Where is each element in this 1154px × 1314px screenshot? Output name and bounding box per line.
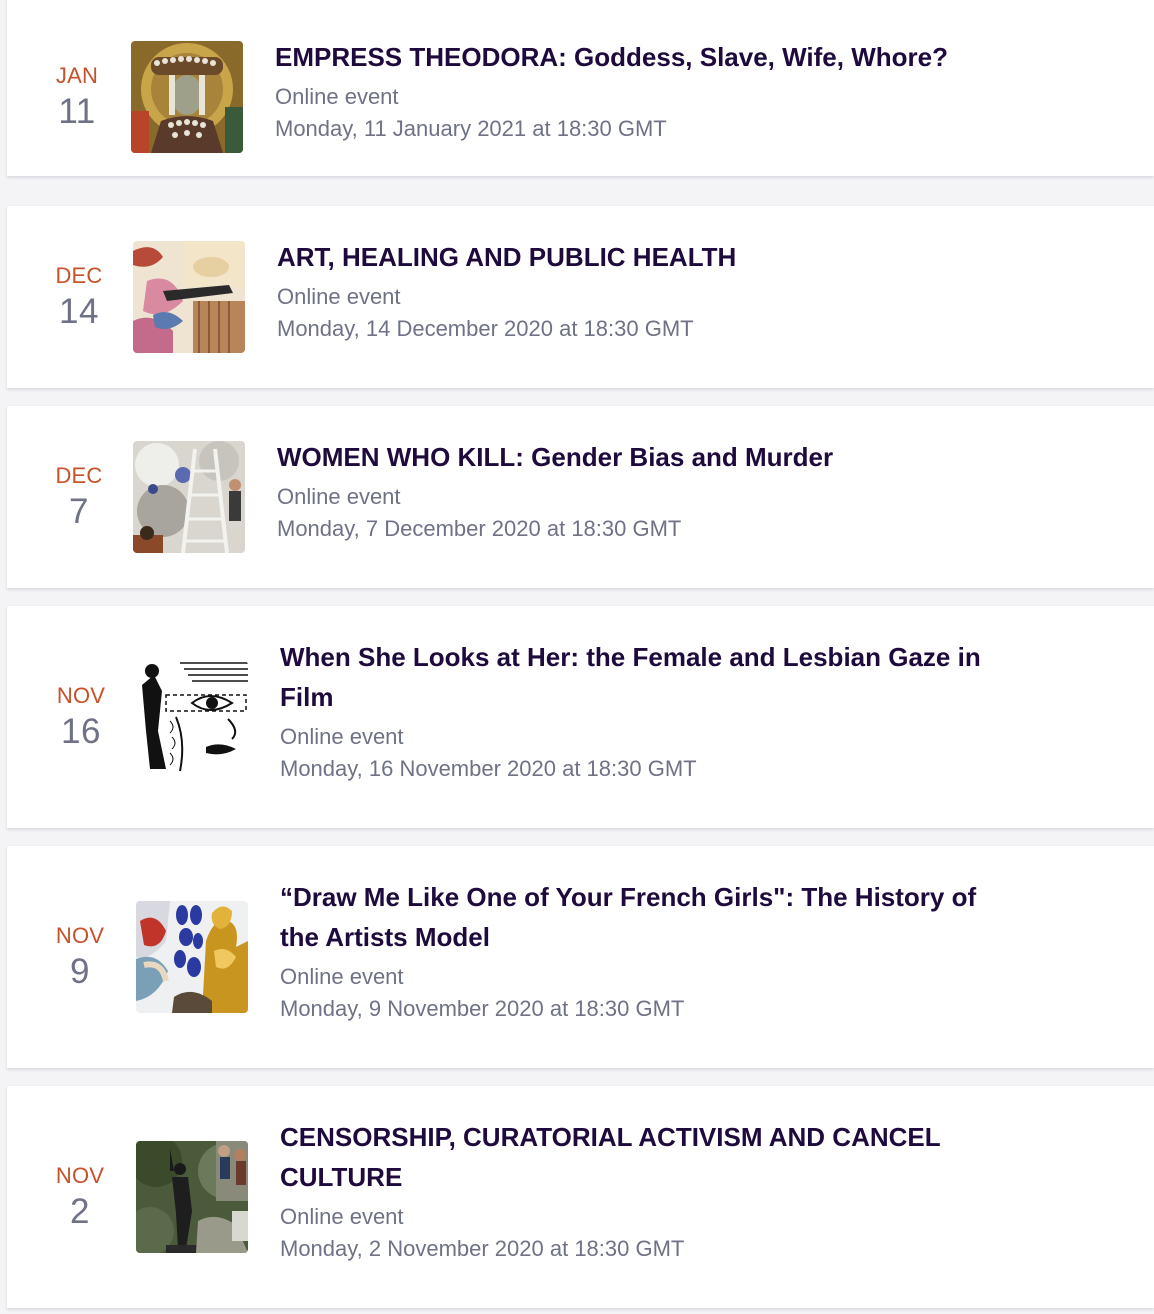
event-card[interactable]: DEC 14 ART, HEALING AND PUBLIC HEALTH On… [7, 206, 1154, 388]
event-datetime: Monday, 16 November 2020 at 18:30 GMT [280, 756, 697, 781]
mosaic-portrait-icon [131, 41, 243, 153]
event-datetime: Monday, 14 December 2020 at 18:30 GMT [277, 316, 694, 341]
statue-photo-icon [136, 1141, 248, 1253]
event-location: Online event [280, 964, 404, 989]
event-thumbnail[interactable] [136, 1141, 248, 1253]
event-title[interactable]: When She Looks at Her: the Female and Le… [280, 637, 1000, 717]
gold-figure-icon [136, 901, 248, 1013]
event-day: 11 [58, 92, 96, 131]
event-info: WOMEN WHO KILL: Gender Bias and Murder O… [277, 437, 997, 545]
event-day: 14 [59, 292, 99, 331]
event-location: Online event [277, 284, 401, 309]
event-datetime: Monday, 11 January 2021 at 18:30 GMT [275, 116, 667, 141]
event-info: When She Looks at Her: the Female and Le… [280, 637, 1000, 785]
event-title[interactable]: EMPRESS THEODORA: Goddess, Slave, Wife, … [275, 37, 995, 77]
event-datetime: Monday, 7 December 2020 at 18:30 GMT [277, 516, 682, 541]
event-month: NOV [55, 1163, 105, 1188]
event-location: Online event [277, 484, 401, 509]
event-location: Online event [280, 724, 404, 749]
event-month: JAN [55, 63, 99, 88]
event-card[interactable]: NOV 2 CENSORSHIP, CURATORIAL ACTIVISM AN… [7, 1086, 1154, 1308]
event-location: Online event [275, 84, 399, 109]
ladder-scene-icon [133, 441, 245, 553]
event-month: NOV [55, 923, 105, 948]
event-date: DEC 7 [39, 463, 119, 533]
event-title[interactable]: “Draw Me Like One of Your French Girls":… [280, 877, 1000, 957]
event-info: “Draw Me Like One of Your French Girls":… [280, 877, 1000, 1025]
event-day: 7 [69, 492, 89, 531]
event-thumbnail[interactable] [133, 441, 245, 553]
event-date: JAN 11 [37, 63, 117, 133]
event-card[interactable]: DEC 7 WOMEN WHO KILL: Gender Bias and Mu… [7, 406, 1154, 588]
event-month: DEC [55, 463, 103, 488]
event-date: NOV 2 [40, 1163, 120, 1233]
event-day: 2 [70, 1192, 90, 1231]
event-title[interactable]: WOMEN WHO KILL: Gender Bias and Murder [277, 437, 997, 477]
event-info: ART, HEALING AND PUBLIC HEALTH Online ev… [277, 237, 997, 345]
event-day: 9 [70, 952, 90, 991]
event-location: Online event [280, 1204, 404, 1229]
event-date: NOV 9 [40, 923, 120, 993]
event-card[interactable]: JAN 11 EMPRESS THEODORA: Goddess, Slave,… [7, 0, 1154, 176]
event-thumbnail[interactable] [133, 241, 245, 353]
event-card[interactable]: NOV 9 “Draw Me Like One of Your French G… [7, 846, 1154, 1068]
event-thumbnail[interactable] [131, 41, 243, 153]
event-thumbnail[interactable] [136, 661, 248, 773]
event-date: DEC 14 [39, 263, 119, 333]
event-datetime: Monday, 2 November 2020 at 18:30 GMT [280, 1236, 685, 1261]
event-title[interactable]: ART, HEALING AND PUBLIC HEALTH [277, 237, 997, 277]
event-title[interactable]: CENSORSHIP, CURATORIAL ACTIVISM AND CANC… [280, 1117, 1000, 1197]
event-datetime: Monday, 9 November 2020 at 18:30 GMT [280, 996, 685, 1021]
event-month: NOV [56, 683, 106, 708]
event-thumbnail[interactable] [136, 901, 248, 1013]
event-info: CENSORSHIP, CURATORIAL ACTIVISM AND CANC… [280, 1117, 1000, 1265]
event-info: EMPRESS THEODORA: Goddess, Slave, Wife, … [275, 37, 995, 145]
collage-art-icon [133, 241, 245, 353]
event-month: DEC [55, 263, 103, 288]
event-card[interactable]: NOV 16 When She Looks at Her: the Female… [7, 606, 1154, 828]
event-day: 16 [61, 712, 101, 751]
event-list: JAN 11 EMPRESS THEODORA: Goddess, Slave,… [0, 0, 1154, 1314]
event-date: NOV 16 [41, 683, 121, 753]
comic-eye-icon [136, 661, 248, 773]
